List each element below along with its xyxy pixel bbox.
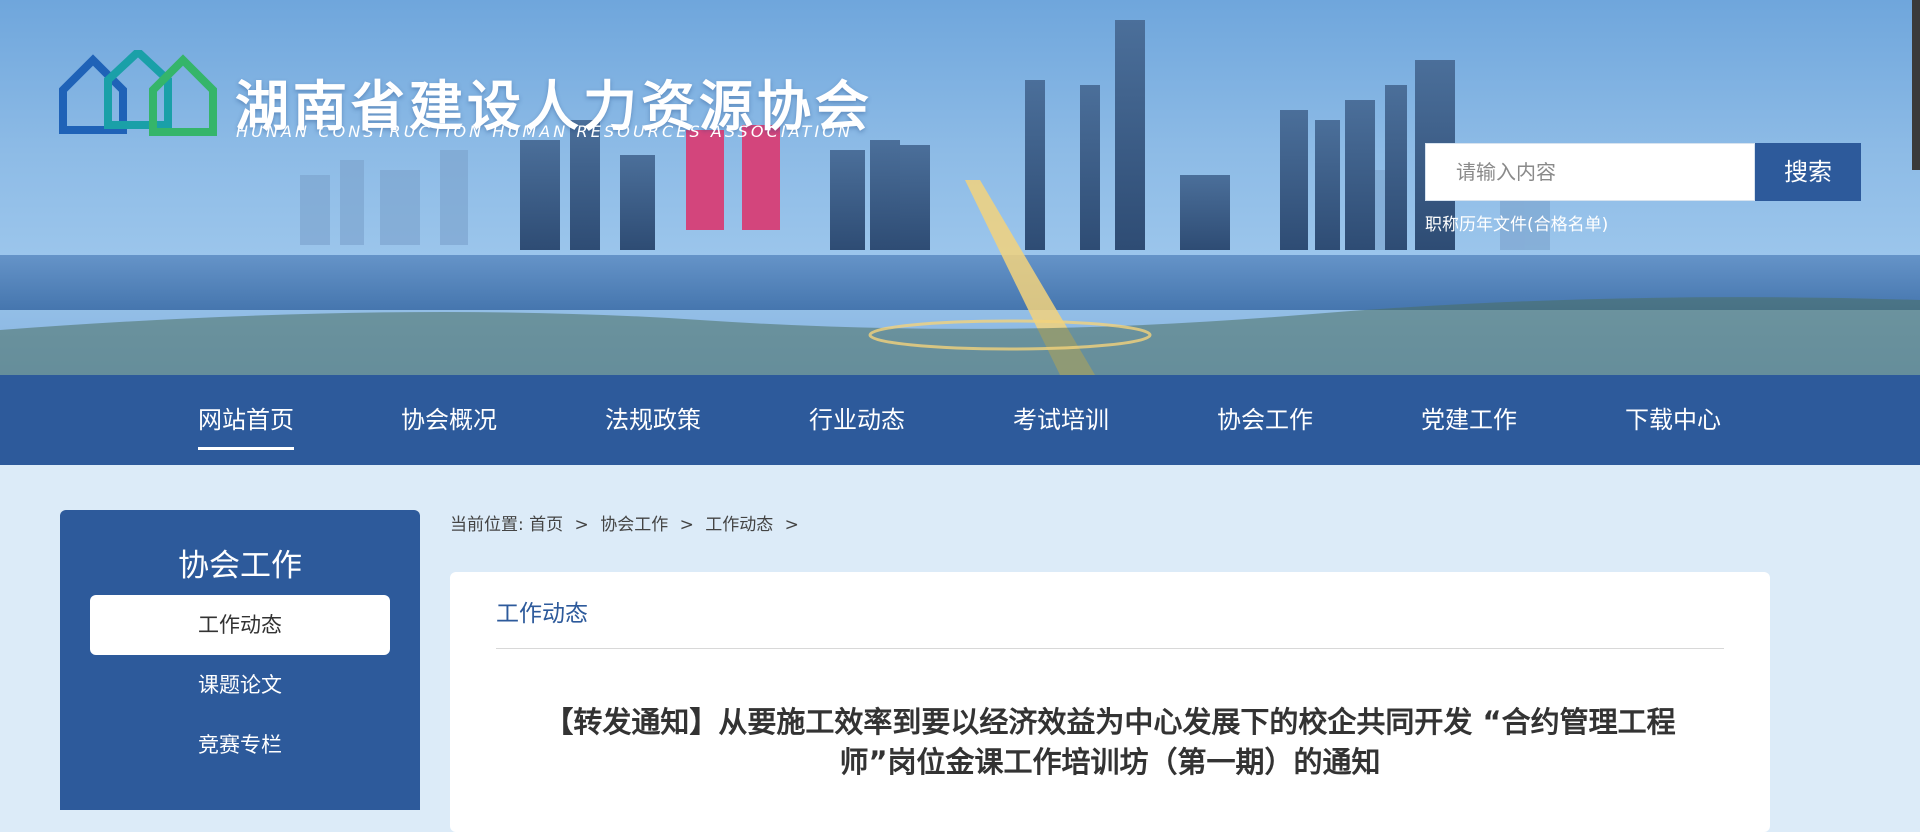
divider xyxy=(496,648,1724,649)
association-logo-icon xyxy=(59,50,217,136)
sidebar: 协会工作 工作动态 课题论文 竞赛专栏 xyxy=(60,510,420,810)
search-button[interactable]: 搜索 xyxy=(1755,143,1861,201)
nav-item-association-work[interactable]: 协会工作 xyxy=(1217,375,1313,465)
nav-item-policy[interactable]: 法规政策 xyxy=(605,375,701,465)
nav-item-about[interactable]: 协会概况 xyxy=(401,375,497,465)
breadcrumb: 当前位置: 首页 > 协会工作 > 工作动态 > xyxy=(450,510,805,535)
article-title-line: 师”岗位金课工作培训坊（第一期）的通知 xyxy=(839,745,1381,779)
breadcrumb-separator: > xyxy=(679,515,694,535)
sidebar-item-work-news[interactable]: 工作动态 xyxy=(90,595,390,655)
content-panel: 工作动态 【转发通知】从要施工效率到要以经济效益为中心发展下的校企共同开发 “合… xyxy=(450,572,1770,832)
sidebar-item-research-papers[interactable]: 课题论文 xyxy=(90,655,390,715)
breadcrumb-home[interactable]: 首页 xyxy=(529,515,563,535)
breadcrumb-separator: > xyxy=(784,515,799,535)
nav-item-download[interactable]: 下载中心 xyxy=(1625,375,1721,465)
main-navigation: 网站首页 协会概况 法规政策 行业动态 考试培训 协会工作 党建工作 下载中心 xyxy=(0,375,1920,465)
sidebar-item-competition[interactable]: 竞赛专栏 xyxy=(90,715,390,775)
nav-item-industry-news[interactable]: 行业动态 xyxy=(809,375,905,465)
section-title: 工作动态 xyxy=(496,601,588,627)
search-input[interactable]: 请输入内容 xyxy=(1425,143,1755,201)
header-banner: 湖南省建设人力资源协会 HUNAN CONSTRUCTION HUMAN RES… xyxy=(0,0,1920,375)
nav-item-exam-training[interactable]: 考试培训 xyxy=(1013,375,1109,465)
breadcrumb-prefix: 当前位置: xyxy=(450,515,524,535)
breadcrumb-association-work[interactable]: 协会工作 xyxy=(600,515,668,535)
site-subtitle: HUNAN CONSTRUCTION HUMAN RESOURCES ASSOC… xyxy=(236,122,853,141)
nav-item-party-work[interactable]: 党建工作 xyxy=(1421,375,1517,465)
breadcrumb-work-news[interactable]: 工作动态 xyxy=(705,515,773,535)
article-title-line: 【转发通知】从要施工效率到要以经济效益为中心发展下的校企共同开发 “合约管理工程 xyxy=(544,705,1676,739)
breadcrumb-separator: > xyxy=(574,515,589,535)
sidebar-title: 协会工作 xyxy=(178,548,302,584)
scrollbar[interactable] xyxy=(1912,0,1920,170)
hot-search-link[interactable]: 职称历年文件(合格名单) xyxy=(1425,210,1608,235)
article-title: 【转发通知】从要施工效率到要以经济效益为中心发展下的校企共同开发 “合约管理工程… xyxy=(510,702,1710,782)
nav-item-home[interactable]: 网站首页 xyxy=(198,375,294,465)
